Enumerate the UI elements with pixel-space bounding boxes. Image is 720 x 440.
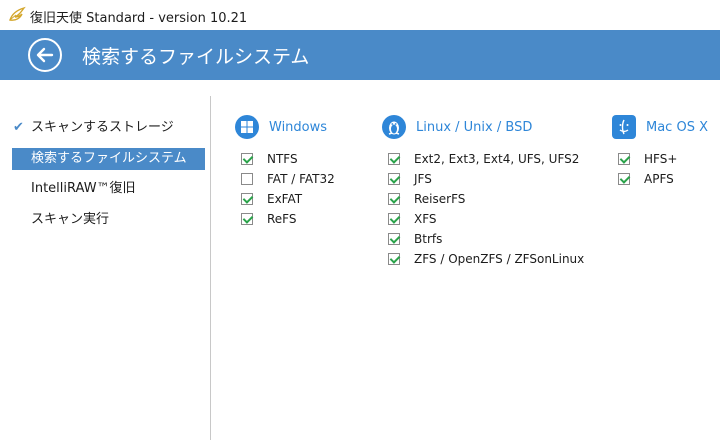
fs-option-apfs[interactable]: APFS [618, 170, 674, 188]
fs-option-zfs[interactable]: ZFS / OpenZFS / ZFSonLinux [388, 250, 584, 268]
checkbox[interactable] [388, 233, 400, 245]
fs-option-reiserfs[interactable]: ReiserFS [388, 190, 465, 208]
fs-option-btrfs[interactable]: Btrfs [388, 230, 442, 248]
checkbox[interactable] [241, 213, 253, 225]
page-header: 検索するファイルシステム [0, 30, 720, 80]
checkmark-icon: ✔ [13, 120, 24, 135]
arrow-left-icon [36, 47, 54, 63]
mac-icon [612, 115, 636, 139]
step-label: スキャン実行 [31, 212, 110, 227]
checkbox[interactable] [618, 153, 630, 165]
linux-column-header: Linux / Unix / BSD [382, 115, 532, 139]
step-scan-storage[interactable]: ✔ スキャンするストレージ [12, 117, 205, 139]
checkbox[interactable] [388, 153, 400, 165]
step-label: IntelliRAW™復旧 [31, 181, 136, 196]
checkbox[interactable] [388, 213, 400, 225]
checkbox[interactable] [241, 153, 253, 165]
windows-icon [235, 115, 259, 139]
fs-option-ntfs[interactable]: NTFS [241, 150, 298, 168]
checkbox[interactable] [388, 253, 400, 265]
step-label: スキャンするストレージ [31, 120, 174, 135]
windows-column-header: Windows [235, 115, 327, 139]
mac-title: Mac OS X [646, 119, 708, 135]
angel-wing-icon [9, 6, 26, 21]
step-filesystems[interactable]: 検索するファイルシステム [12, 148, 205, 170]
fs-option-xfs[interactable]: XFS [388, 210, 437, 228]
wizard-steps-sidebar: ✔ スキャンするストレージ 検索するファイルシステム IntelliRAW™復旧… [0, 80, 210, 440]
linux-title: Linux / Unix / BSD [416, 119, 533, 135]
fs-option-exfat[interactable]: ExFAT [241, 190, 302, 208]
fs-option-hfsplus[interactable]: HFS+ [618, 150, 677, 168]
sidebar-divider [210, 96, 211, 440]
step-intelliraw[interactable]: IntelliRAW™復旧 [12, 178, 205, 200]
checkbox[interactable] [618, 173, 630, 185]
step-run-scan[interactable]: スキャン実行 [12, 209, 205, 231]
linux-icon [382, 115, 406, 139]
fs-option-refs[interactable]: ReFS [241, 210, 297, 228]
page-title: 検索するファイルシステム [82, 46, 310, 68]
checkbox[interactable] [241, 193, 253, 205]
windows-title: Windows [269, 119, 328, 135]
window-title: 復旧天使 Standard - version 10.21 [30, 11, 248, 26]
checkbox[interactable] [388, 193, 400, 205]
fs-option-ext[interactable]: Ext2, Ext3, Ext4, UFS, UFS2 [388, 150, 579, 168]
checkbox[interactable] [388, 173, 400, 185]
title-bar: 復旧天使 Standard - version 10.21 [0, 0, 720, 30]
back-button[interactable] [28, 38, 62, 72]
fs-option-fat[interactable]: FAT / FAT32 [241, 170, 335, 188]
checkbox[interactable] [241, 173, 253, 185]
mac-column-header: Mac OS X [612, 115, 708, 139]
fs-option-jfs[interactable]: JFS [388, 170, 432, 188]
step-label: 検索するファイルシステム [31, 151, 187, 166]
